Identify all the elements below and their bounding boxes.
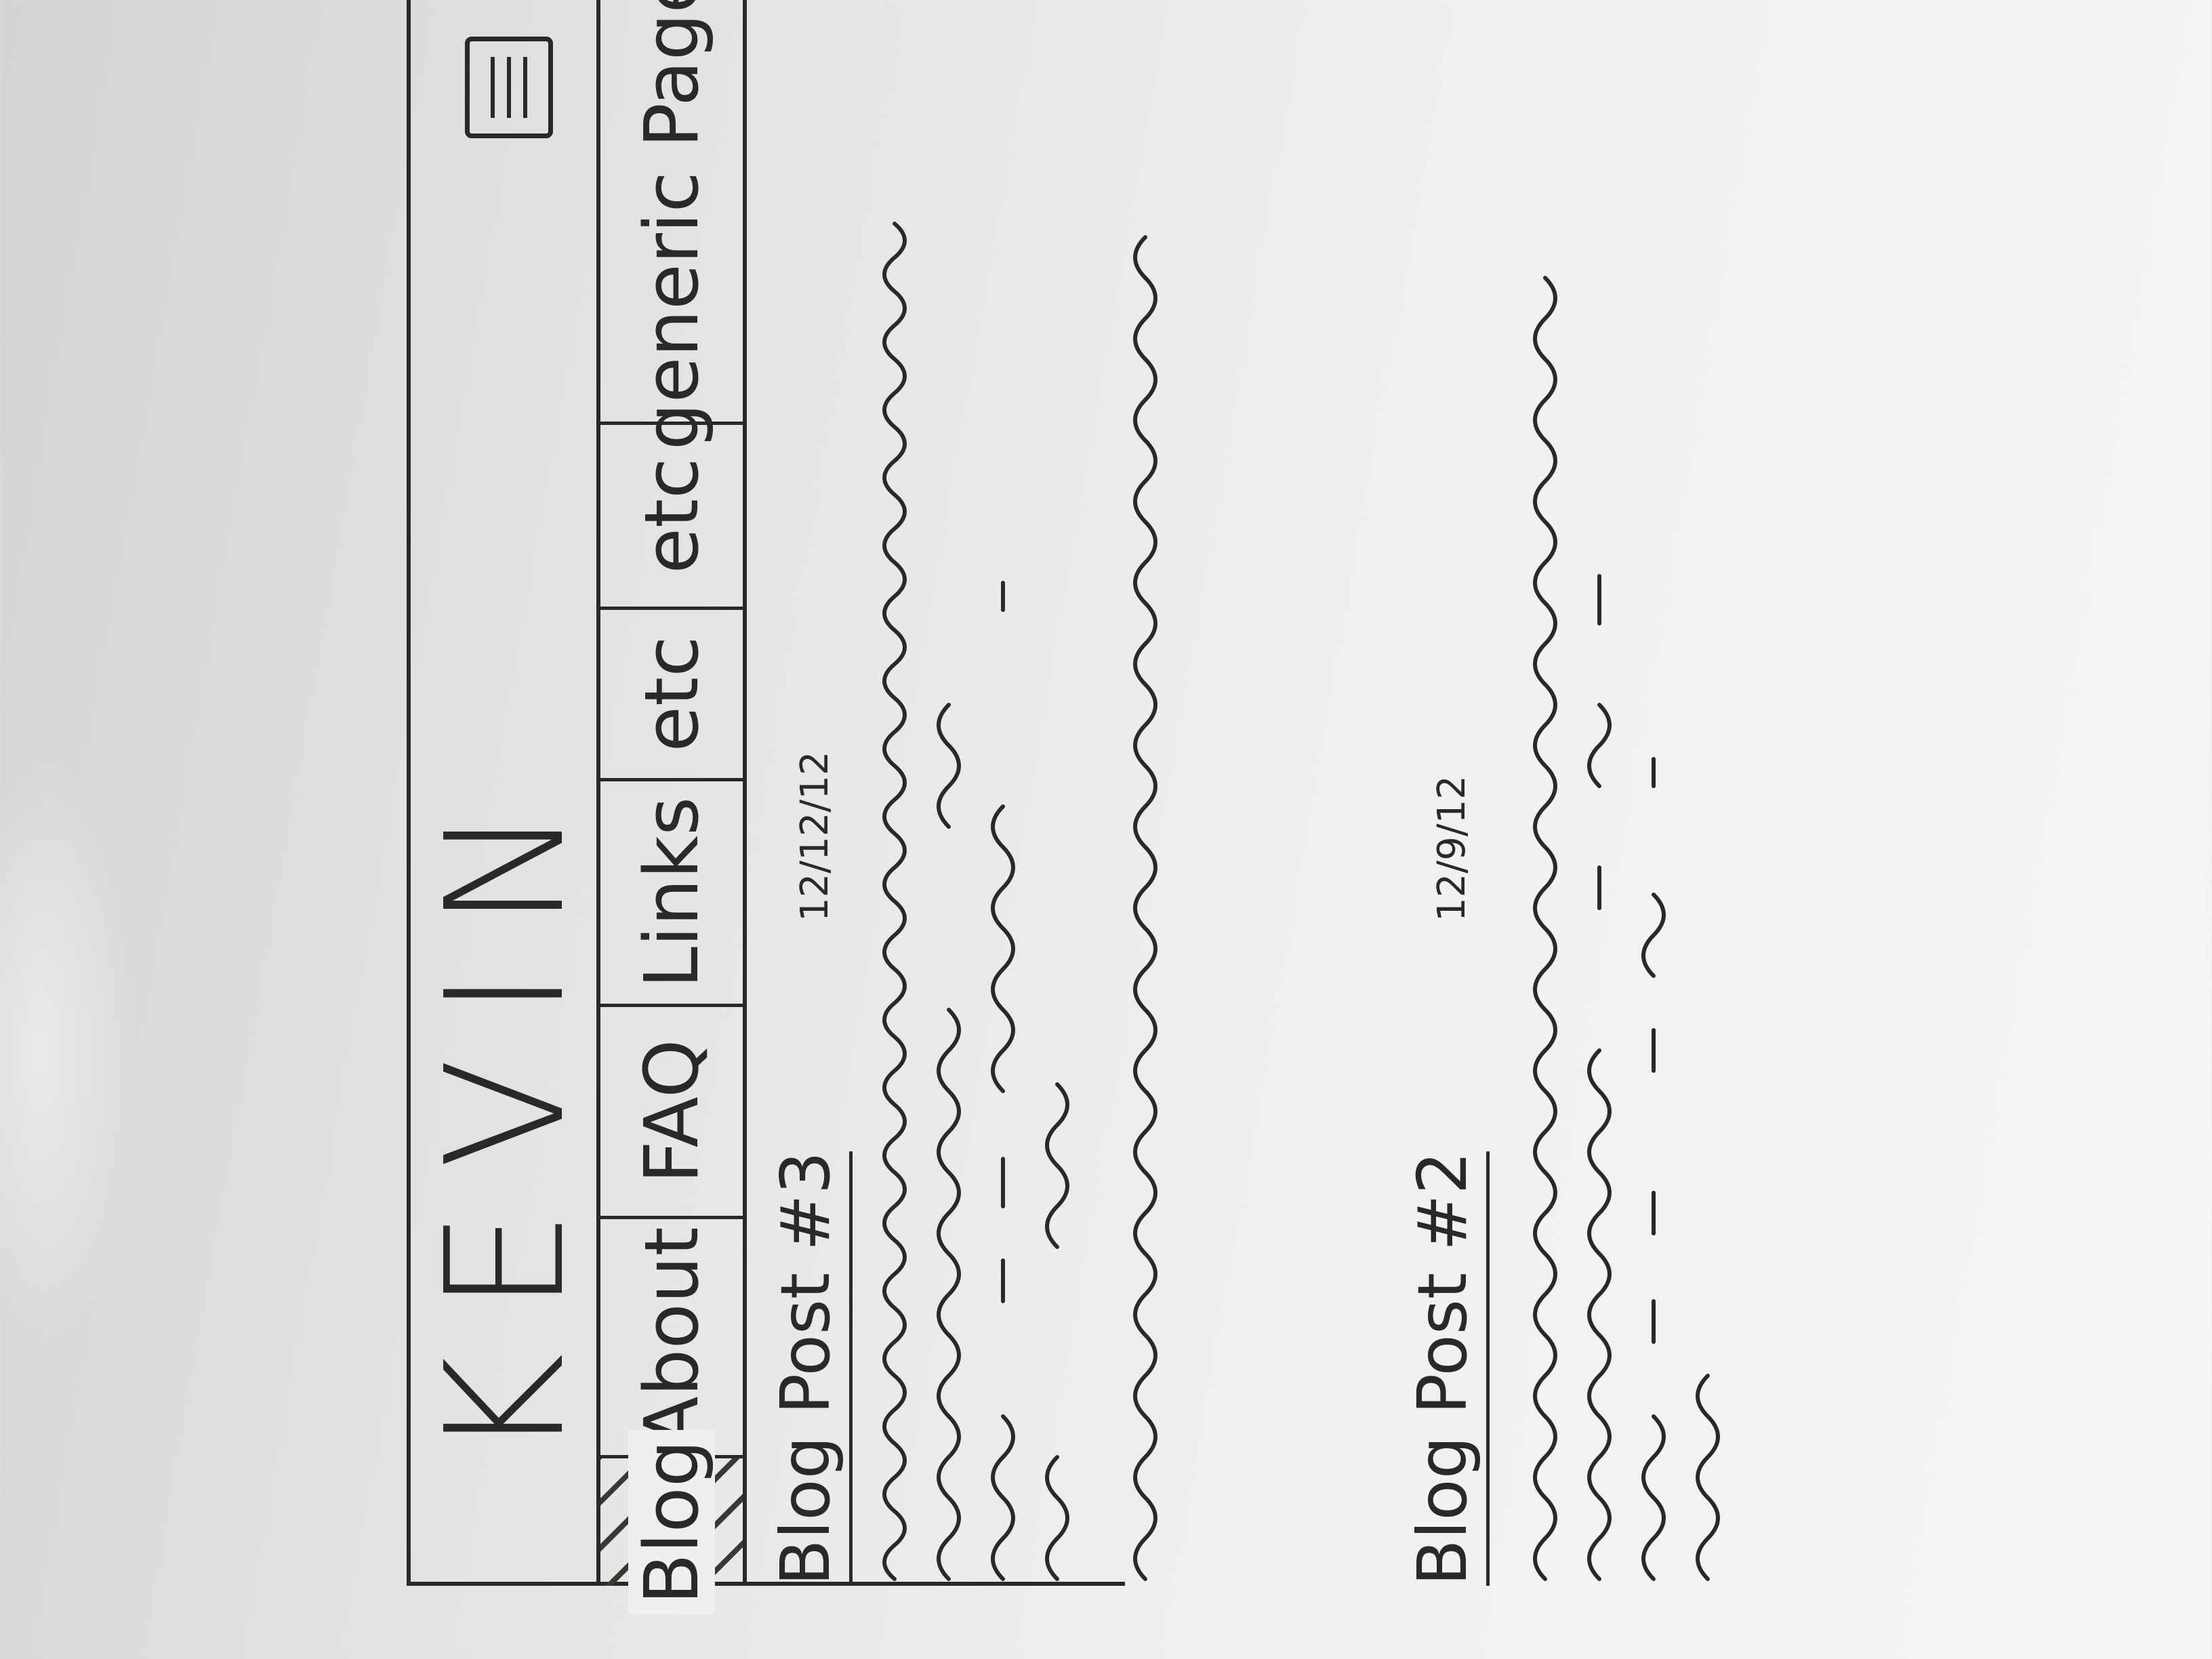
nav-item-etc-1[interactable]: etc	[600, 607, 743, 778]
hamburger-menu-icon[interactable]	[465, 37, 553, 138]
site-header: KEVIN	[411, 0, 600, 1582]
post-date: 12/12/12	[793, 751, 837, 922]
post-date: 12/9/12	[1430, 775, 1474, 922]
post-title-link[interactable]: Blog Post #3	[766, 1151, 853, 1586]
nav-item-label: Links	[628, 796, 715, 989]
placeholder-text-line	[1587, 574, 1612, 1581]
nav-item-label: generic Page	[628, 0, 715, 451]
placeholder-text-line	[937, 703, 961, 1581]
nav-item-links[interactable]: Links	[600, 778, 743, 1004]
menu-line	[491, 57, 495, 118]
nav-item-label: etc	[628, 457, 715, 574]
blog-post: Blog Post #3 12/12/12	[766, 27, 1158, 1586]
photo-glare	[0, 745, 136, 1355]
nav-item-blog[interactable]: Blog	[600, 1430, 743, 1614]
placeholder-text-line	[1133, 235, 1158, 1581]
blog-content: Blog Post #3 12/12/12 Blog Post #2 12/9/…	[752, 27, 1720, 1586]
placeholder-text-line	[1641, 757, 1666, 1581]
placeholder-text-line	[1045, 1082, 1069, 1581]
placeholder-text-line	[991, 581, 1015, 1581]
wireframe-sketch: KEVIN Blog About FAQ Links etc etc gener…	[400, 0, 2212, 1614]
nav-item-faq[interactable]: FAQ	[600, 1004, 743, 1216]
post-title-link[interactable]: Blog Post #2	[1403, 1151, 1490, 1586]
nav-item-about[interactable]: About	[600, 1216, 743, 1455]
menu-line	[507, 57, 511, 118]
post-header: Blog Post #3 12/12/12	[766, 27, 853, 1586]
nav-item-label: FAQ	[628, 1039, 715, 1184]
main-nav: Blog About FAQ Links etc etc generic Pag…	[596, 0, 747, 1614]
menu-line	[523, 57, 527, 118]
nav-item-label: About	[628, 1227, 715, 1448]
site-title: KEVIN	[411, 766, 600, 1460]
placeholder-text-line	[882, 222, 907, 1581]
placeholder-text-line	[1696, 1374, 1720, 1581]
nav-item-label: etc	[628, 636, 715, 752]
post-header: Blog Post #2 12/9/12	[1403, 27, 1490, 1586]
placeholder-text-line	[1533, 276, 1557, 1581]
nav-item-label: Blog	[628, 1430, 715, 1614]
nav-item-generic-page[interactable]: generic Page	[600, 0, 743, 450]
blog-post: Blog Post #2 12/9/12	[1403, 27, 1720, 1586]
